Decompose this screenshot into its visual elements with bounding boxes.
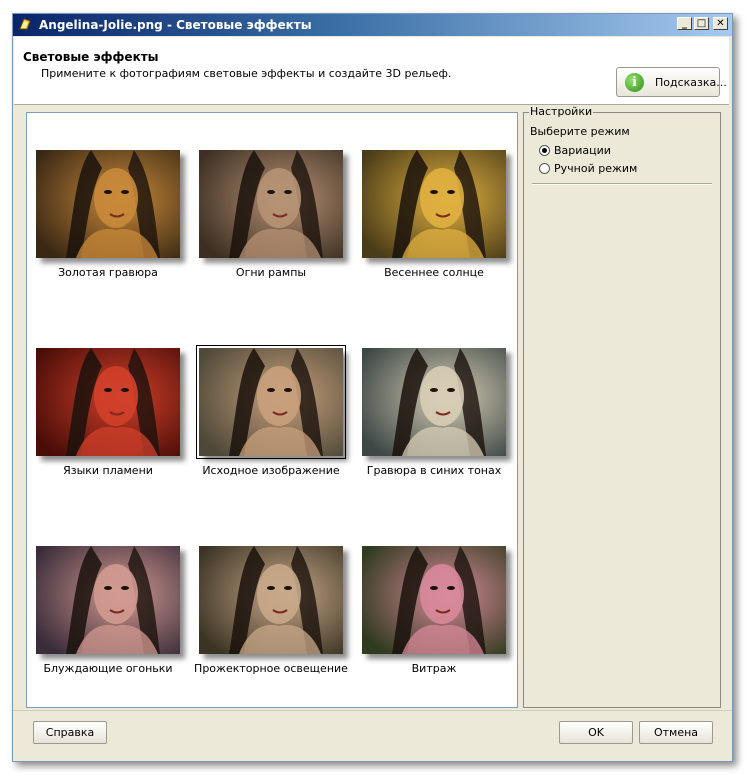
dialog-header: Световые эффекты Примените к фотографиям… — [14, 37, 729, 105]
effect-preview-image[interactable] — [362, 348, 506, 456]
maximize-button[interactable]: □ — [694, 17, 709, 30]
radio-variations[interactable]: Вариации — [539, 144, 709, 158]
effect-caption: Золотая гравюра — [58, 266, 158, 279]
effect-preview-image[interactable] — [362, 546, 506, 654]
settings-panel: Настройки Выберите режим Вариации Ручной… — [523, 105, 721, 708]
effect-caption: Гравюра в синих тонах — [366, 464, 502, 477]
dialog-footer: Справка OK Отмена — [13, 710, 732, 761]
effect-caption: Прожекторное освещение — [194, 662, 348, 675]
minimize-button[interactable]: _ — [677, 17, 692, 30]
mode-prompt: Выберите режим — [530, 125, 630, 138]
window-title: Angelina-Jolie.png - Световые эффекты — [39, 18, 312, 32]
effect-preview-image[interactable] — [199, 348, 343, 456]
radio-label: Ручной режим — [554, 162, 638, 175]
radio-manual-mode[interactable]: Ручной режим — [539, 162, 709, 176]
effect-preview-image[interactable] — [199, 546, 343, 654]
effect-preview-image[interactable] — [36, 348, 180, 456]
effects-gallery: Золотая гравюра Огни рампы Весеннее солнце… — [26, 112, 518, 708]
effect-preview-image[interactable] — [36, 150, 180, 258]
effect-caption: Огни рампы — [235, 266, 307, 279]
cancel-button[interactable]: Отмена — [639, 721, 713, 744]
effect-caption: Весеннее солнце — [384, 266, 484, 279]
effect-caption: Исходное изображение — [202, 464, 340, 477]
effect-caption: Языки пламени — [63, 464, 153, 477]
divider — [532, 183, 712, 185]
header-description: Примените к фотографиям световые эффекты… — [41, 67, 452, 80]
title-bar[interactable]: Angelina-Jolie.png - Световые эффекты _ … — [13, 14, 732, 36]
hint-button[interactable]: i Подсказка... — [616, 67, 727, 97]
header-title: Световые эффекты — [23, 50, 159, 64]
hint-button-label: Подсказка... — [655, 76, 727, 89]
info-icon: i — [625, 73, 644, 92]
app-icon — [19, 18, 31, 30]
effect-preview-image[interactable] — [362, 150, 506, 258]
dialog-window: Angelina-Jolie.png - Световые эффекты _ … — [12, 13, 733, 762]
effect-preview-image[interactable] — [199, 150, 343, 258]
radio-circle[interactable] — [539, 145, 550, 156]
effect-caption: Витраж — [411, 662, 457, 675]
settings-legend: Настройки — [529, 105, 594, 118]
radio-label: Вариации — [554, 144, 611, 157]
ok-button[interactable]: OK — [559, 721, 633, 744]
help-button[interactable]: Справка — [33, 721, 107, 744]
effect-caption: Блуждающие огоньки — [43, 662, 173, 675]
close-button[interactable]: ✕ — [713, 17, 728, 30]
radio-circle[interactable] — [539, 163, 550, 174]
effect-preview-image[interactable] — [36, 546, 180, 654]
